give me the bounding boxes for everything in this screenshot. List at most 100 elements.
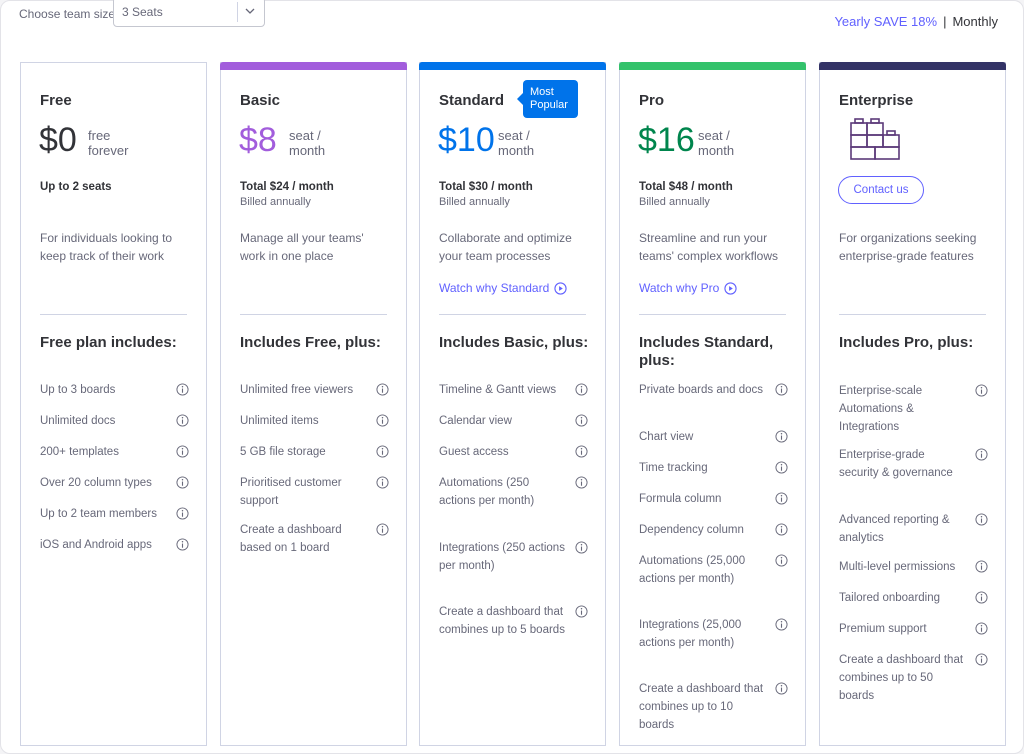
info-icon[interactable] [975, 622, 988, 635]
feature-item: Premium support [839, 620, 988, 638]
team-size-bar: Choose team size: [19, 1, 128, 27]
divider [240, 314, 387, 315]
info-icon[interactable] [975, 448, 988, 461]
feature-item: Enterprise-grade security & governance [839, 446, 988, 482]
feature-label: Unlimited docs [40, 415, 116, 427]
feature-item: Enterprise-scale Automations & Integrati… [839, 382, 988, 436]
info-icon[interactable] [575, 445, 588, 458]
info-icon[interactable] [775, 430, 788, 443]
info-icon[interactable] [376, 445, 389, 458]
feature-item: Guest access [439, 443, 588, 461]
watch-video-link[interactable]: Watch why Standard [439, 281, 567, 295]
feature-item: Private boards and docs [639, 381, 788, 399]
feature-label: Time tracking [639, 462, 708, 474]
plan-billing-note: Billed annually [240, 196, 311, 208]
plan-name: Enterprise [839, 92, 914, 109]
info-icon[interactable] [176, 445, 189, 458]
divider [639, 314, 786, 315]
feature-label: Prioritised customer support [240, 477, 342, 507]
pricing-page: Choose team size: 3 Seats Yearly SAVE 18… [0, 0, 1024, 754]
feature-item: Up to 2 team members [40, 505, 189, 523]
feature-label: Advanced reporting & analytics [839, 514, 950, 544]
plan-card-pro: Pro $16 seat / month Total $48 / month B… [619, 62, 806, 746]
info-icon[interactable] [176, 538, 189, 551]
feature-label: Create a dashboard that combines up to 5… [439, 606, 565, 636]
feature-item: Unlimited free viewers [240, 381, 389, 399]
feature-item: Chart view [639, 428, 788, 446]
feature-item: Multi-level permissions [839, 558, 988, 576]
feature-label: Create a dashboard that combines up to 5… [839, 654, 964, 702]
plan-card-free: Free $0 free forever Up to 2 seats For i… [20, 62, 207, 746]
most-popular-badge: Most Popular [517, 80, 578, 118]
feature-label: Create a dashboard based on 1 board [240, 524, 342, 554]
info-icon[interactable] [575, 414, 588, 427]
plan-includes-heading: Includes Pro, plus: [839, 334, 974, 351]
info-icon[interactable] [975, 653, 988, 666]
feature-item: Create a dashboard that combines up to 5… [439, 603, 588, 639]
info-icon[interactable] [575, 476, 588, 489]
plan-total: Up to 2 seats [40, 181, 112, 193]
info-icon[interactable] [975, 560, 988, 573]
info-icon[interactable] [176, 383, 189, 396]
divider [40, 314, 187, 315]
plan-price-unit: free forever [88, 128, 129, 158]
chevron-down-icon [245, 8, 255, 14]
plan-card-basic: Basic $8 seat / month Total $24 / month … [220, 62, 407, 746]
feature-item: Advanced reporting & analytics [839, 511, 988, 547]
plan-total: Total $30 / month [439, 181, 533, 193]
plan-card-standard: Standard Most Popular $10 seat / month T… [419, 62, 606, 746]
info-icon[interactable] [176, 507, 189, 520]
feature-item: Timeline & Gantt views [439, 381, 588, 399]
feature-label: Guest access [439, 446, 509, 458]
feature-label: iOS and Android apps [40, 539, 152, 551]
billing-yearly-option[interactable]: Yearly SAVE 18% [834, 14, 937, 29]
feature-item: Over 20 column types [40, 474, 189, 492]
billing-separator: | [943, 14, 947, 29]
info-icon[interactable] [575, 605, 588, 618]
info-icon[interactable] [575, 541, 588, 554]
plan-name: Standard [439, 92, 505, 109]
info-icon[interactable] [775, 523, 788, 536]
info-icon[interactable] [376, 383, 389, 396]
info-icon[interactable] [775, 554, 788, 567]
plan-description: Manage all your teams' work in one place [240, 231, 364, 263]
feature-label: Integrations (250 actions per month) [439, 542, 565, 572]
plan-name: Pro [639, 92, 665, 109]
feature-label: Private boards and docs [639, 384, 764, 396]
info-icon[interactable] [775, 383, 788, 396]
info-icon[interactable] [376, 414, 389, 427]
plan-price: $8 [239, 121, 277, 159]
play-circle-icon [724, 281, 737, 295]
plan-price-unit: seat / month [289, 128, 326, 158]
info-icon[interactable] [775, 682, 788, 695]
contact-us-button[interactable]: Contact us [838, 176, 924, 204]
info-icon[interactable] [575, 383, 588, 396]
feature-item: Create a dashboard that combines up to 1… [639, 680, 788, 734]
feature-label: Integrations (25,000 actions per month) [639, 619, 742, 649]
watch-video-label: Watch why Standard [439, 281, 550, 295]
plan-includes-heading: Includes Free, plus: [240, 334, 381, 351]
info-icon[interactable] [775, 492, 788, 505]
info-icon[interactable] [775, 461, 788, 474]
info-icon[interactable] [975, 384, 988, 397]
info-icon[interactable] [975, 591, 988, 604]
watch-video-link[interactable]: Watch why Pro [639, 281, 737, 295]
feature-item: Tailored onboarding [839, 589, 988, 607]
info-icon[interactable] [376, 523, 389, 536]
plan-price: $10 [438, 121, 495, 159]
billing-monthly-option[interactable]: Monthly [952, 14, 998, 29]
feature-label: Up to 2 team members [40, 508, 157, 520]
feature-label: Tailored onboarding [839, 592, 941, 604]
info-icon[interactable] [376, 476, 389, 489]
plan-price: $0 [39, 121, 77, 159]
info-icon[interactable] [176, 414, 189, 427]
plan-includes-heading: Includes Standard, plus: [639, 334, 774, 369]
feature-label: Unlimited items [240, 415, 319, 427]
info-icon[interactable] [975, 513, 988, 526]
info-icon[interactable] [176, 476, 189, 489]
feature-label: Formula column [639, 493, 722, 505]
feature-item: Unlimited items [240, 412, 389, 430]
info-icon[interactable] [775, 618, 788, 631]
team-size-select[interactable]: 3 Seats [113, 0, 265, 27]
feature-item: Prioritised customer support [240, 474, 389, 510]
